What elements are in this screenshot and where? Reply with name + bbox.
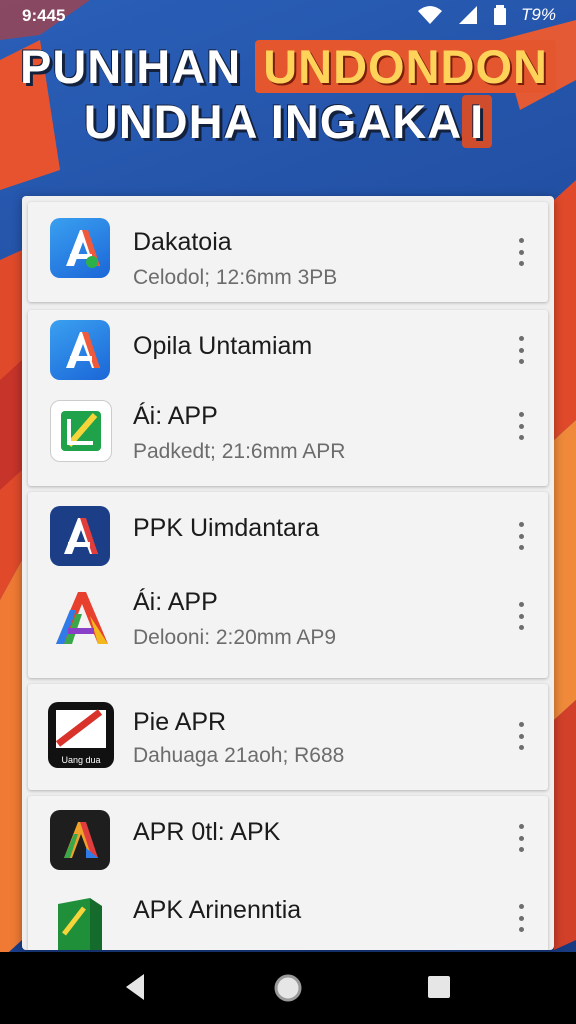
home-icon[interactable] — [272, 972, 304, 1004]
list-item[interactable]: Opila Untamiam — [28, 310, 548, 390]
more-options-icon[interactable] — [516, 336, 526, 364]
app-title: APK Arinenntia — [133, 896, 302, 924]
navigation-bar — [0, 952, 576, 1024]
list-item[interactable]: Ái: APP Delooni: 2:20mm AP9 — [28, 576, 548, 678]
headline-line2-white: UNDHA INGAKA — [83, 94, 463, 148]
dark-blue-a-app-icon — [50, 506, 110, 566]
app-group: Uang dua Pie APR Dahuaga 21aoh; R688 — [28, 684, 548, 790]
more-options-icon[interactable] — [516, 904, 526, 932]
status-bar: 9:445 T9% — [0, 0, 576, 34]
red-pen-app-icon: Uang dua — [48, 702, 114, 768]
more-options-icon[interactable] — [516, 412, 526, 440]
green-book-app-icon — [50, 894, 110, 950]
app-group: PPK Uimdantara Ái: APP Delooni: 2:20mm A… — [28, 492, 548, 678]
back-icon[interactable] — [122, 970, 148, 1004]
list-item[interactable]: Dakatoia Celodol; 12:6mm 3PB — [28, 202, 548, 302]
app-subtitle: Delooni: 2:20mm AP9 — [133, 626, 337, 649]
blue-a-app-icon — [50, 218, 110, 278]
more-options-icon[interactable] — [516, 722, 526, 750]
headline-line1-highlight: UNDONDON — [255, 40, 556, 93]
app-group: APR 0tl: APK APK Arinenntia — [28, 796, 548, 950]
list-item[interactable]: APK Arinenntia — [28, 880, 548, 950]
app-title: Opila Untamiam — [133, 332, 313, 360]
app-group: Opila Untamiam Ái: APP Padkedt; 21:6mm A… — [28, 310, 548, 486]
list-item[interactable]: Ái: APP Padkedt; 21:6mm APR — [28, 390, 548, 486]
battery-icon — [494, 5, 507, 25]
battery-percent: T9% — [521, 5, 556, 24]
more-options-icon[interactable] — [516, 238, 526, 266]
dark-a-app-icon — [50, 810, 110, 870]
wifi-icon — [418, 6, 443, 24]
app-subtitle: Celodol; 12:6mm 3PB — [133, 266, 338, 289]
green-pen-app-icon — [50, 400, 112, 462]
icon-caption: Uang dua — [61, 755, 101, 765]
list-item[interactable]: APR 0tl: APK — [28, 796, 548, 880]
headline-line1-white: PUNIHAN — [20, 40, 242, 93]
more-options-icon[interactable] — [516, 602, 526, 630]
blue-a-app-icon — [50, 320, 110, 380]
app-title: Dakatoia — [133, 228, 232, 256]
app-group: Dakatoia Celodol; 12:6mm 3PB — [28, 202, 548, 302]
app-title: Pie APR — [133, 708, 227, 736]
page-headline: PUNIHAN UNDONDON UNDHA INGAKA I — [0, 40, 576, 149]
app-subtitle: Dahuaga 21aoh; R688 — [133, 744, 345, 767]
app-title: Ái: APP — [133, 588, 218, 616]
signal-icon — [459, 6, 478, 24]
more-options-icon[interactable] — [516, 522, 526, 550]
app-title: PPK Uimdantara — [133, 514, 320, 542]
list-item[interactable]: Uang dua Pie APR Dahuaga 21aoh; R688 — [28, 684, 548, 790]
rainbow-a-app-icon — [50, 588, 110, 648]
recents-icon[interactable] — [426, 974, 452, 1000]
headline-line2-highlight: I — [462, 94, 493, 148]
status-time: 9:445 — [22, 6, 66, 25]
app-title: Ái: APP — [133, 402, 218, 430]
list-item[interactable]: PPK Uimdantara — [28, 492, 548, 576]
more-options-icon[interactable] — [516, 824, 526, 852]
app-list-panel[interactable]: Dakatoia Celodol; 12:6mm 3PB Opila Untam… — [22, 196, 554, 950]
app-subtitle: Padkedt; 21:6mm APR — [133, 440, 346, 463]
app-title: APR 0tl: APK — [133, 818, 281, 846]
